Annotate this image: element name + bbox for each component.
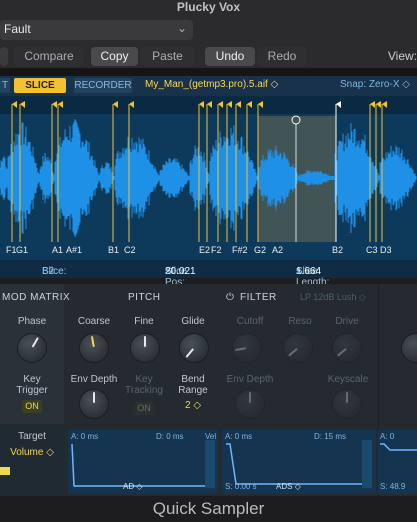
amp-env-attack: A: 0 — [380, 432, 395, 441]
nav-button[interactable] — [0, 47, 8, 66]
mode-tab-slice[interactable]: SLICE — [14, 78, 66, 93]
slice-note-label: A#1 — [66, 245, 82, 255]
reso-knob[interactable] — [284, 334, 312, 362]
slice-note-label: F#2 — [232, 245, 248, 255]
coarse-label: Coarse — [77, 316, 111, 327]
snap-value: Zero-X ◇ — [368, 79, 410, 90]
glide-knob[interactable] — [180, 334, 208, 362]
slice-note-label: B2 — [332, 245, 343, 255]
bend-range-label: Bend Range — [178, 374, 208, 396]
waveform-svg[interactable]: F1 G1 A1 A#1 B1 C2 E2 F2 F#2 G2 A2 B2 C3 D3 — [0, 96, 417, 260]
amp-knob[interactable] — [402, 334, 417, 362]
mode-tab-t[interactable]: T — [0, 78, 10, 93]
amp-env-sustain: S: 48.9 — [380, 482, 406, 491]
pitch-env-decay: D: 0 ms — [156, 432, 184, 441]
mode-tab-recorder[interactable]: RECORDER — [74, 78, 132, 93]
filter-env-depth-knob[interactable] — [236, 390, 264, 418]
key-tracking-button[interactable]: ON — [134, 402, 154, 415]
plugin-toolbar: Compare Copy Paste Undo Redo View: — [0, 46, 417, 68]
velocity-label: Vel — [205, 432, 217, 441]
filter-env-depth-label: Env Depth — [226, 374, 274, 385]
target-label: Target — [18, 431, 46, 442]
copy-button[interactable]: Copy — [91, 47, 138, 66]
pitch-env-depth-label: Env Depth — [70, 374, 118, 385]
filter-env-attack: A: 0 ms — [225, 432, 253, 441]
drive-label: Drive — [335, 316, 359, 327]
pitch-env-depth-knob[interactable] — [80, 390, 108, 418]
slice-value: B2 — [42, 266, 55, 277]
pitch-title: PITCH — [128, 292, 161, 303]
control-panel: MOD MATRIX Phase Key Trigger ON Target V… — [0, 284, 417, 496]
undo-button[interactable]: Undo — [205, 47, 255, 66]
fine-knob[interactable] — [131, 334, 159, 362]
pitch-env-attack: A: 0 ms — [71, 432, 99, 441]
slice-note-label: G1 — [16, 245, 28, 255]
slice-note-label: F1 — [6, 245, 17, 255]
waveform-display[interactable]: F1 G1 A1 A#1 B1 C2 E2 F2 F#2 G2 A2 B2 C3 D3 — [0, 96, 417, 260]
phase-label: Phase — [17, 316, 47, 327]
keyscale-label: Keyscale — [327, 374, 369, 385]
fine-label: Fine — [134, 316, 154, 327]
target-slider[interactable] — [0, 467, 10, 475]
filter-env-sustain: S: 0.00 s — [225, 482, 257, 491]
slice-info-bar: Slice: B2 Slice Pos: 20.021 s Slice Leng… — [0, 260, 417, 288]
key-trigger-label: Key Trigger — [16, 374, 48, 396]
window-title: Plucky Vox — [176, 0, 241, 14]
slice-note-label: F2 — [211, 245, 222, 255]
key-trigger-button[interactable]: ON — [22, 400, 42, 413]
slice-note-label: A1 — [52, 245, 63, 255]
compare-button[interactable]: Compare — [14, 47, 84, 66]
pitch-env-mode[interactable]: AD ◇ — [123, 482, 143, 491]
slice-note-label: G2 — [254, 245, 266, 255]
reso-label: Reso — [288, 316, 312, 327]
cutoff-knob[interactable] — [233, 334, 261, 362]
view-label[interactable]: View: — [388, 49, 417, 63]
coarse-knob[interactable] — [80, 334, 108, 362]
chevron-down-icon: ⌄ — [176, 21, 187, 35]
key-tracking-label: Key Tracking — [125, 374, 163, 396]
drive-knob[interactable] — [333, 334, 361, 362]
divider — [0, 68, 417, 76]
filter-env-decay: D: 15 ms — [314, 432, 347, 441]
keyscale-knob[interactable] — [333, 390, 361, 418]
title-bar: Plucky Vox Fault ⌄ — [0, 0, 417, 46]
glide-label: Glide — [181, 316, 205, 327]
modmatrix-title: MOD MATRIX — [2, 292, 71, 303]
filter-title: FILTER — [240, 292, 277, 303]
slice-note-label: E2 — [199, 245, 210, 255]
filter-envelope[interactable]: A: 0 ms D: 15 ms S: 0.00 s ADS ◇ — [222, 430, 376, 494]
preset-selector[interactable]: Fault ⌄ — [0, 20, 193, 40]
phase-knob[interactable] — [18, 334, 46, 362]
bend-range-selector[interactable]: 2 ◇ — [169, 400, 217, 411]
target-selector[interactable]: Volume ◇ — [0, 447, 64, 458]
snap-selector[interactable]: Snap: Zero-X ◇ — [340, 79, 410, 90]
filter-env-mode[interactable]: ADS ◇ — [276, 482, 301, 491]
snap-label: Snap: — [340, 79, 367, 90]
amp-envelope[interactable]: A: 0 S: 48.9 — [378, 430, 417, 494]
slice-note-label: D3 — [380, 245, 392, 255]
sampler-header: T SLICE RECORDER My_Man_(getmp3.pro).5.a… — [0, 76, 417, 96]
preset-name: Fault — [4, 22, 31, 36]
slice-note-label: B1 — [108, 245, 119, 255]
filter-power-icon[interactable]: ⏻ — [226, 292, 234, 303]
plugin-name: Quick Sampler — [0, 496, 417, 520]
slice-note-label: C2 — [124, 245, 136, 255]
cutoff-label: Cutoff — [236, 316, 264, 327]
sample-filename[interactable]: My_Man_(getmp3.pro).5.aif ◇ — [145, 79, 278, 90]
slice-note-label: C3 — [366, 245, 378, 255]
pitch-envelope[interactable]: A: 0 ms D: 0 ms AD ◇ — [68, 430, 218, 494]
filter-type-selector[interactable]: LP 12dB Lush ◇ — [300, 292, 366, 303]
redo-button[interactable]: Redo — [257, 47, 307, 66]
paste-button[interactable]: Paste — [140, 47, 195, 66]
slice-note-label: A2 — [272, 245, 283, 255]
